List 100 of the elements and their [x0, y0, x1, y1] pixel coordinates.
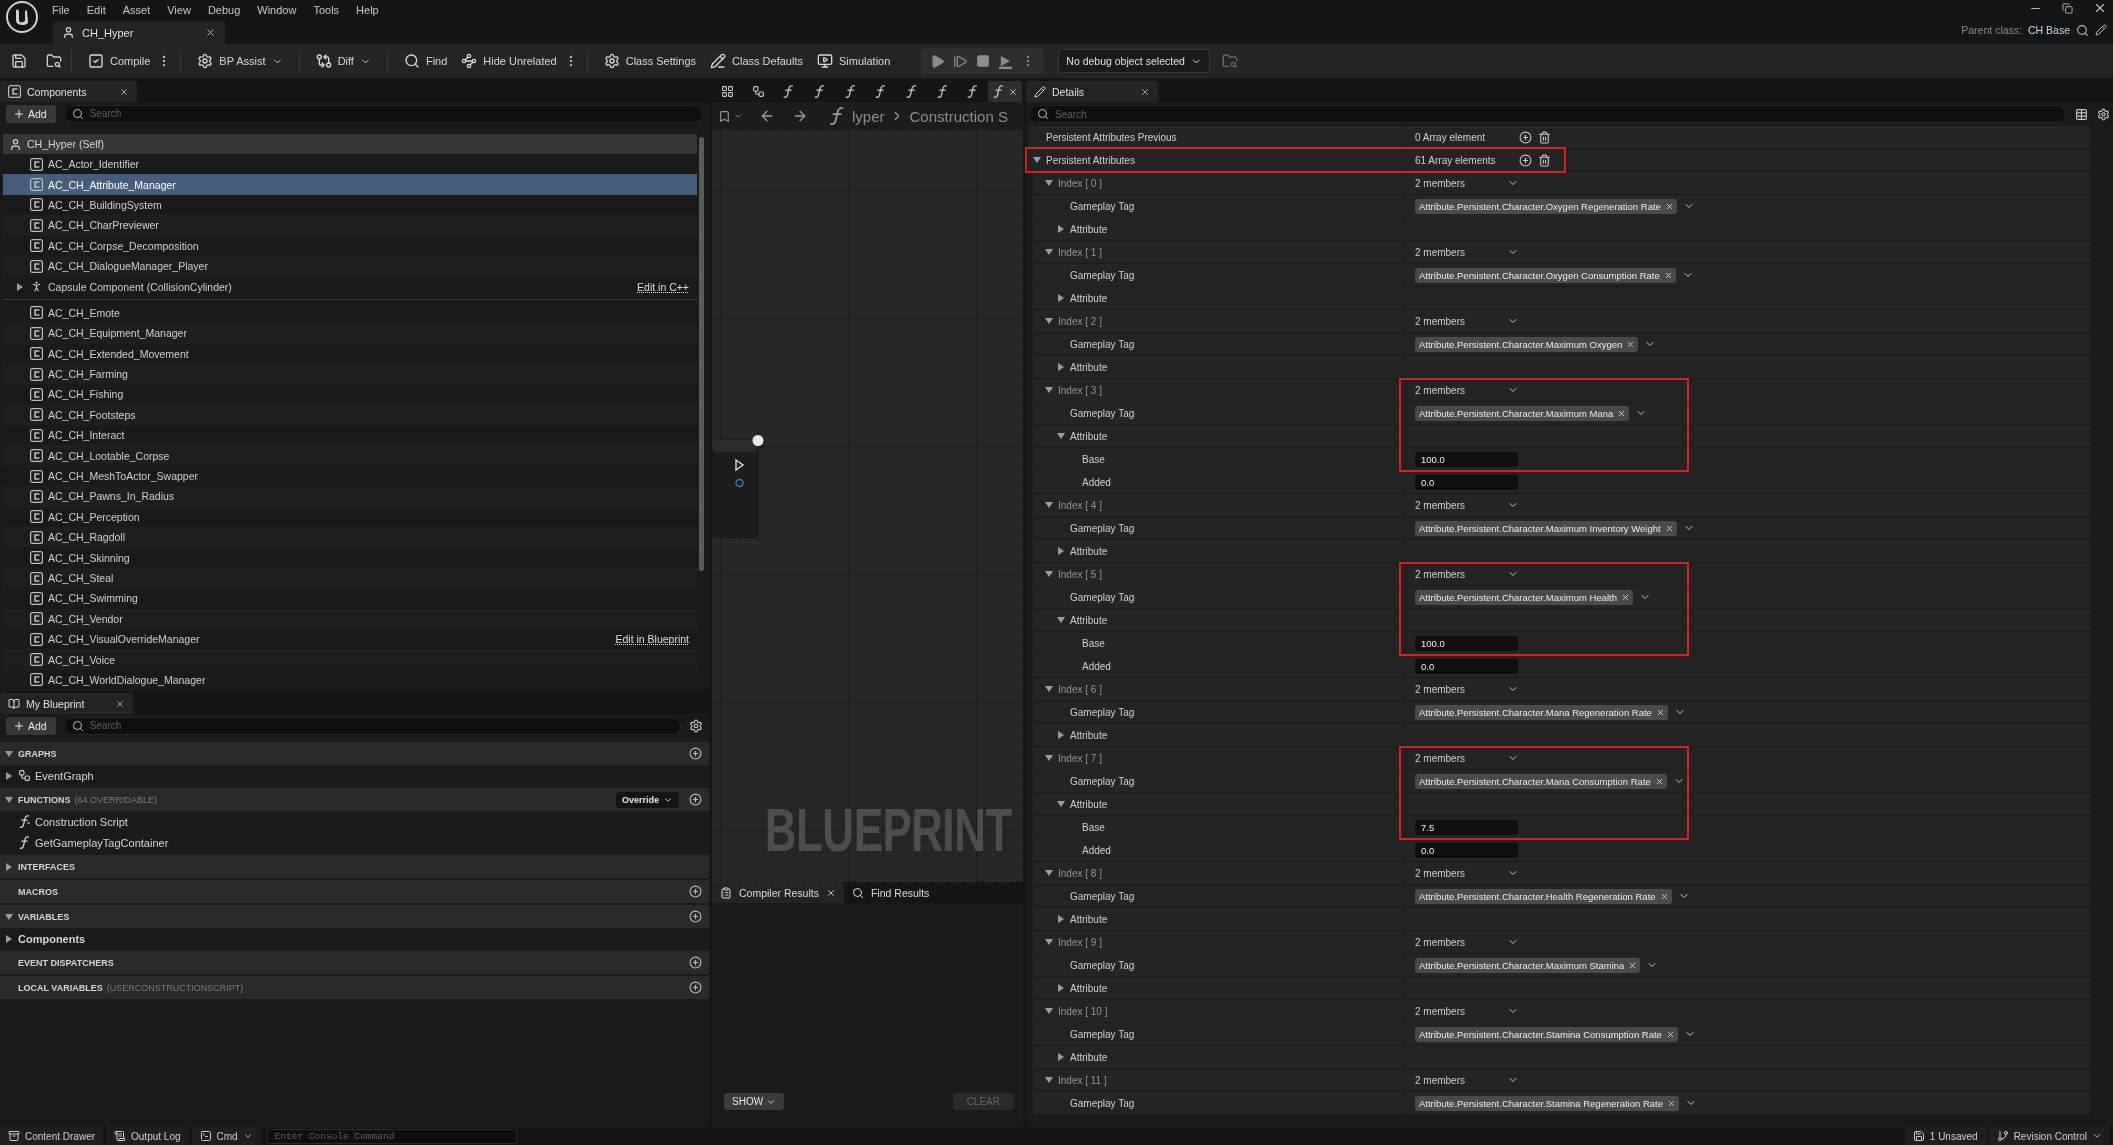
component-item[interactable]: AC_CH_Pawns_In_Radius — [3, 486, 697, 507]
bookmark-icon[interactable] — [718, 109, 731, 123]
caret-right-icon[interactable] — [1057, 547, 1065, 555]
tag-chip[interactable]: Attribute.Persistent.Character.Oxygen Consumption Rate — [1415, 267, 1676, 283]
close-icon[interactable] — [1626, 339, 1636, 349]
caret-down-icon[interactable] — [1057, 432, 1065, 440]
status-button[interactable]: 1 Unsaved — [1904, 1127, 1986, 1145]
tag-chip[interactable]: Attribute.Persistent.Character.Maximum Mana — [1415, 405, 1630, 421]
caret-down-icon[interactable] — [5, 795, 13, 804]
plus-circle-icon[interactable] — [689, 956, 702, 969]
caret-right-icon[interactable] — [1057, 984, 1065, 992]
save-icon[interactable] — [11, 53, 27, 69]
plus-circle-icon[interactable] — [1519, 153, 1532, 167]
menu-item[interactable]: Asset — [122, 3, 151, 16]
close-icon[interactable] — [1621, 592, 1630, 602]
number-field[interactable]: 100.0 — [1415, 635, 1518, 651]
caret-down-icon[interactable] — [1045, 317, 1053, 325]
console-input-field[interactable]: Enter Console Command — [266, 1129, 517, 1144]
number-field[interactable]: 0.0 — [1415, 658, 1518, 674]
caret-down-icon[interactable] — [1045, 179, 1053, 187]
blueprint-item[interactable]: GetGameplayTagContainer — [0, 832, 709, 853]
caret-down-icon[interactable] — [1045, 570, 1053, 578]
search-field[interactable]: Search — [63, 104, 703, 123]
plus-circle-icon[interactable] — [689, 747, 702, 760]
tag-chip[interactable]: Attribute.Persistent.Character.Health Regeneration Rate — [1415, 888, 1672, 904]
search-field[interactable]: Search — [1029, 105, 2066, 123]
component-item[interactable]: AC_CH_Farming — [3, 363, 697, 385]
panel-tab[interactable]: My Blueprint — [0, 693, 133, 714]
plus-circle-icon[interactable] — [689, 885, 702, 898]
settings-icon[interactable] — [689, 718, 703, 733]
status-button[interactable]: Output Log — [106, 1127, 189, 1145]
toolbar-button[interactable]: Compile — [81, 48, 158, 74]
plus-circle-icon[interactable] — [689, 981, 702, 994]
component-item[interactable]: AC_CH_Attribute_Manager — [3, 174, 697, 195]
panel-tab[interactable]: Find Results — [843, 882, 938, 903]
caret-down-icon[interactable] — [1045, 1007, 1053, 1015]
component-item[interactable]: AC_CH_Vendor — [3, 608, 697, 629]
logo-icon[interactable] — [6, 1, 38, 33]
scrollbar-thumb[interactable] — [699, 137, 704, 571]
plus-circle-icon[interactable] — [689, 793, 702, 806]
add-button[interactable]: Add — [6, 104, 56, 123]
close-icon[interactable] — [1140, 86, 1150, 97]
close-icon[interactable] — [1664, 523, 1674, 533]
close-icon[interactable] — [1664, 201, 1674, 211]
status-button[interactable]: Content Drawer — [0, 1127, 104, 1145]
caret-right-icon[interactable] — [1057, 225, 1065, 233]
caret-right-icon[interactable] — [1057, 363, 1065, 371]
status-button[interactable]: Revision Control — [1988, 1127, 2110, 1145]
close-icon[interactable] — [2093, 1, 2107, 15]
panel-tab[interactable]: Components — [0, 81, 137, 102]
component-item[interactable]: AC_CH_DialogueManager_Player — [3, 255, 697, 277]
caret-down-icon[interactable] — [1045, 248, 1053, 256]
edit-link[interactable]: Edit in C++ — [637, 280, 689, 293]
close-icon[interactable] — [1666, 1098, 1676, 1108]
blueprint-item[interactable]: Construction Script — [0, 811, 709, 832]
caret-down-icon[interactable] — [1057, 616, 1065, 624]
restore-icon[interactable] — [2062, 2, 2073, 14]
component-item[interactable]: AC_CH_Ragdoll — [3, 527, 697, 548]
component-root-item[interactable]: CH_Hyper (Self) — [3, 134, 697, 154]
debug-object-dropdown[interactable]: No debug object selected — [1058, 49, 1210, 73]
close-icon[interactable] — [115, 698, 125, 709]
caret-down-icon[interactable] — [5, 749, 13, 758]
close-icon[interactable] — [119, 86, 129, 97]
toolbar-button[interactable]: Class Settings — [596, 48, 704, 74]
tag-chip[interactable]: Attribute.Persistent.Character.Mana Regeneration Rate — [1415, 704, 1668, 720]
panel-tab[interactable]: Compiler Results — [712, 882, 844, 903]
document-tab[interactable]: CH_Hyper — [53, 21, 225, 44]
close-icon[interactable] — [1628, 960, 1638, 970]
tag-chip[interactable]: Attribute.Persistent.Character.Stamina Consumption Rate — [1415, 1026, 1678, 1042]
component-item[interactable]: AC_CH_Steal — [3, 567, 697, 589]
close-icon[interactable] — [205, 27, 216, 38]
menu-item[interactable]: File — [52, 3, 70, 16]
status-button[interactable]: Cmd — [191, 1127, 261, 1145]
category-header[interactable]: VARIABLES — [0, 905, 709, 928]
number-field[interactable]: 7.5 — [1415, 819, 1518, 835]
play-bar-icon[interactable] — [998, 53, 1014, 69]
show-button[interactable]: SHOW — [724, 1093, 785, 1110]
tag-chip[interactable]: Attribute.Persistent.Character.Stamina Regeneration Rate — [1415, 1095, 1679, 1111]
component-item[interactable]: AC_CH_Voice — [3, 649, 697, 670]
add-button[interactable]: Add — [6, 716, 56, 735]
caret-down-icon[interactable] — [1045, 1076, 1053, 1084]
category-header[interactable]: INTERFACES — [0, 855, 709, 878]
caret-right-icon[interactable] — [5, 862, 13, 871]
component-item[interactable]: AC_CH_CharPreviewer — [3, 215, 697, 236]
caret-down-icon[interactable] — [1057, 800, 1065, 808]
settings-icon[interactable] — [2097, 107, 2110, 121]
toolbar-button[interactable]: Hide Unrelated — [454, 48, 564, 74]
panel-tab[interactable]: Details — [1026, 81, 1158, 102]
blueprint-item[interactable]: Components — [0, 928, 709, 949]
tag-chip[interactable]: Attribute.Persistent.Character.Oxygen Regeneration Rate — [1415, 198, 1677, 214]
breadcrumb-item[interactable]: Construction S — [909, 107, 1008, 125]
close-icon[interactable] — [1663, 270, 1673, 280]
number-field[interactable]: 100.0 — [1415, 451, 1518, 467]
trash-icon[interactable] — [1538, 130, 1551, 144]
caret-down-icon[interactable] — [1033, 156, 1041, 164]
number-field[interactable]: 0.0 — [1415, 474, 1518, 490]
table-icon[interactable] — [2075, 107, 2088, 121]
plus-circle-icon[interactable] — [1519, 130, 1532, 144]
trash-icon[interactable] — [1538, 153, 1551, 167]
component-item[interactable]: AC_CH_Footsteps — [3, 404, 697, 426]
